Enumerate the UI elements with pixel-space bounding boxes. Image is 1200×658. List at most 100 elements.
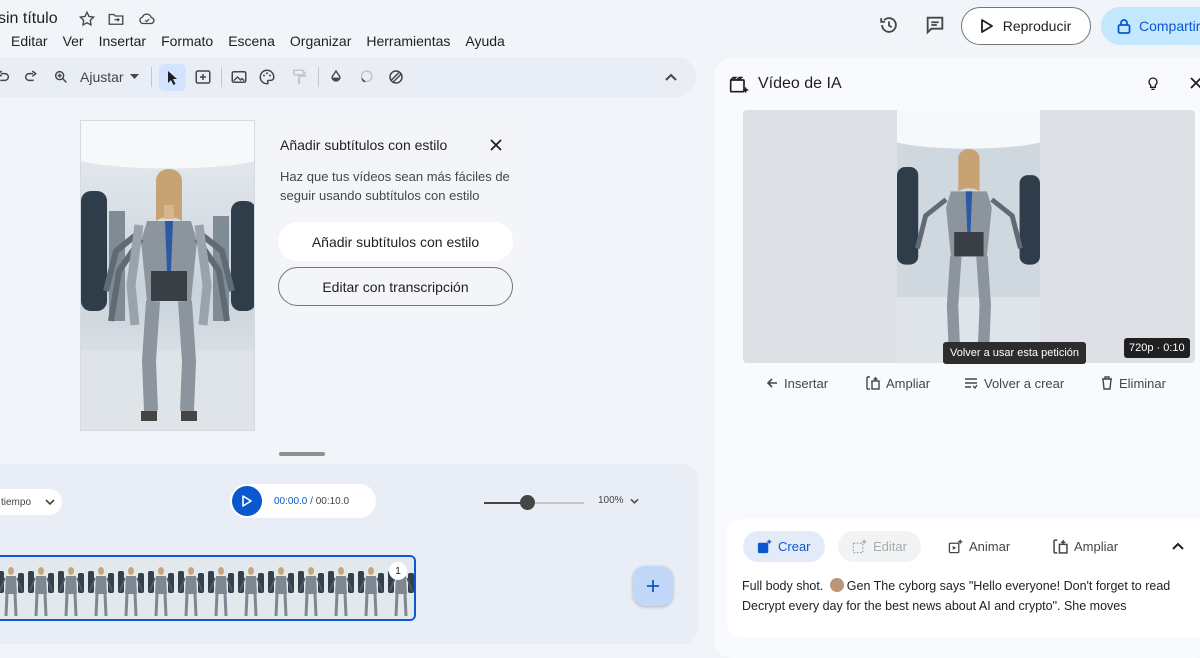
menu-editar[interactable]: Editar [0, 31, 55, 51]
play-button-label: Reproducir [1002, 18, 1072, 34]
close-icon[interactable] [489, 138, 503, 152]
play-icon [980, 19, 993, 33]
ai-video-preview[interactable] [743, 110, 1195, 363]
filmstrip-frame [356, 557, 386, 619]
tab-animar-label: Animar [969, 539, 1011, 554]
move-to-folder-icon[interactable] [107, 10, 127, 30]
menu-escena[interactable]: Escena [220, 31, 282, 51]
tab-ampliar[interactable]: Ampliar [1039, 531, 1132, 562]
share-button[interactable]: Compartir [1101, 7, 1200, 45]
tab-animar[interactable]: Animar [934, 531, 1024, 562]
arrow-left-icon [766, 378, 777, 388]
cyborg-video-thumbnail [81, 121, 254, 430]
menu-ayuda[interactable]: Ayuda [457, 31, 511, 51]
upscale-button[interactable]: Ampliar [866, 374, 930, 392]
tab-ampliar-label: Ampliar [1074, 539, 1119, 554]
filmstrip-frame [0, 557, 26, 619]
text-box-icon[interactable] [192, 66, 214, 88]
filmstrip-frame [86, 557, 116, 619]
time-mode-label: tiempo [1, 496, 32, 508]
lightbulb-icon[interactable] [1145, 75, 1161, 93]
preview-video-frame [897, 110, 1040, 363]
avatar [829, 578, 844, 592]
sparkle-create-icon [757, 539, 772, 554]
current-time: 00:00.0 [274, 495, 308, 507]
zoom-select-label: Ajustar [80, 69, 124, 85]
upscale-icon [866, 376, 880, 390]
filmstrip-frame [326, 557, 356, 619]
filmstrip-frame [26, 557, 56, 619]
fill-icon[interactable] [325, 66, 347, 88]
menu-bar: Editar Ver Insertar Formato Escena Organ… [0, 31, 512, 51]
play-button[interactable]: Reproducir [961, 7, 1091, 45]
undo-icon[interactable] [0, 66, 14, 88]
quality-duration-badge: 720p · 0:10 [1124, 338, 1190, 358]
delete-button[interactable]: Eliminar [1101, 374, 1166, 392]
filmstrip-frame [176, 557, 206, 619]
subtitles-card-title: Añadir subtítulos con estilo [280, 137, 448, 153]
add-scene-button[interactable] [633, 566, 673, 606]
chevron-down-icon [629, 498, 639, 504]
playback-controls: 00:00.0 / 00:10.0 [230, 484, 376, 518]
recreate-button[interactable]: Volver a crear [964, 374, 1064, 392]
tab-crear[interactable]: Crear [743, 531, 825, 562]
total-time: / 00:10.0 [310, 495, 350, 507]
edit-sparkle-icon [852, 539, 867, 554]
shape-icon[interactable] [355, 66, 377, 88]
prompt-mention: Gen [846, 579, 871, 593]
menu-organizar[interactable]: Organizar [282, 31, 358, 51]
filmstrip-frame [236, 557, 266, 619]
filmstrip-frame [206, 557, 236, 619]
pointer-tool[interactable] [159, 64, 186, 91]
link-icon[interactable] [385, 66, 407, 88]
slide-video[interactable] [80, 120, 255, 431]
subtitles-card-description: Haz que tus vídeos sean más fáciles de s… [280, 169, 510, 203]
timeline-play-button[interactable] [232, 486, 262, 516]
paint-format-icon[interactable] [288, 66, 310, 88]
zoom-select[interactable]: Ajustar [80, 66, 139, 88]
redo-icon[interactable] [20, 66, 42, 88]
trash-icon [1102, 376, 1112, 390]
insert-button[interactable]: Insertar [766, 374, 828, 392]
ai-video-icon [729, 75, 749, 95]
list-icon [965, 378, 978, 389]
image-icon[interactable] [228, 66, 250, 88]
zoom-percent-select[interactable]: 100% [598, 495, 639, 506]
clip-filmstrip [0, 557, 414, 619]
chevron-up-icon[interactable] [1172, 542, 1184, 550]
cloud-icon[interactable] [137, 10, 157, 30]
menu-insertar[interactable]: Insertar [91, 31, 153, 51]
chevron-up-icon[interactable] [660, 66, 682, 88]
tab-editar-label: Editar [873, 539, 907, 554]
panel-title: Vídeo de IA [758, 75, 842, 92]
panel-resize-handle[interactable] [279, 452, 325, 456]
prompt-text-start: Full body shot. [742, 579, 824, 593]
reuse-prompt-tooltip: Volver a usar esta petición [943, 342, 1087, 364]
delete-label: Eliminar [1119, 375, 1166, 391]
timeline-clip[interactable] [0, 555, 416, 621]
filmstrip-frame [296, 557, 326, 619]
palette-icon[interactable] [256, 66, 278, 88]
lock-icon [1117, 19, 1131, 34]
timeline-zoom-slider[interactable] [484, 495, 584, 510]
upscale-label: Ampliar [886, 375, 931, 391]
menu-formato[interactable]: Formato [153, 31, 220, 51]
time-mode-select[interactable]: tiempo [0, 489, 62, 515]
zoom-slider-knob[interactable] [520, 495, 535, 510]
cyborg-video-thumbnail [897, 110, 1040, 363]
filmstrip-frame [56, 557, 86, 619]
menu-ver[interactable]: Ver [55, 31, 91, 51]
zoom-icon[interactable] [50, 66, 72, 88]
edit-transcript-button[interactable]: Editar con transcripción [278, 267, 513, 306]
tab-editar[interactable]: Editar [838, 531, 921, 562]
pointer-icon [167, 70, 177, 85]
add-subtitles-button[interactable]: Añadir subtítulos con estilo [278, 222, 513, 261]
prompt-text[interactable]: Full body shot. Gen The cyborg says "Hel… [742, 576, 1182, 616]
insert-label: Insertar [784, 375, 829, 391]
document-title[interactable]: sin título [0, 10, 58, 28]
close-icon[interactable] [1190, 77, 1200, 89]
menu-herramientas[interactable]: Herramientas [358, 31, 457, 51]
history-icon[interactable] [878, 14, 900, 36]
star-icon[interactable] [78, 10, 98, 30]
comment-icon[interactable] [924, 14, 946, 36]
